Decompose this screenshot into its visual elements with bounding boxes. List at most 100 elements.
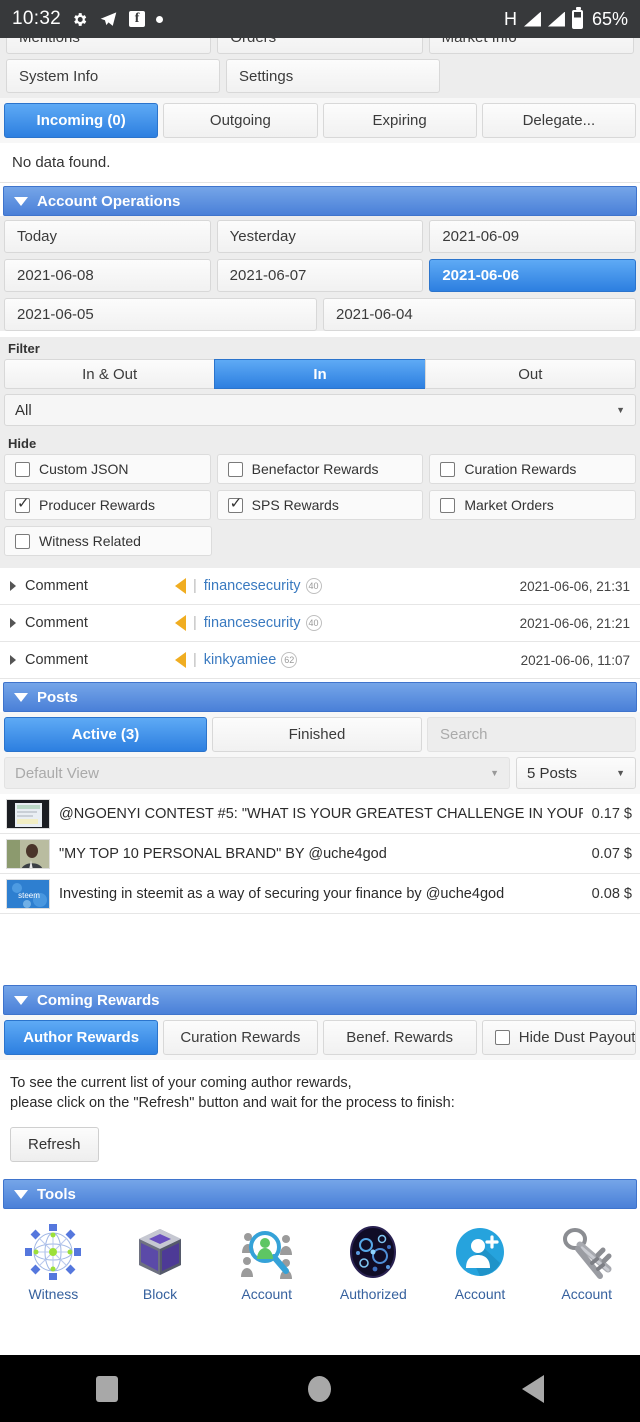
- post-title: @NGOENYI CONTEST #5: "WHAT IS YOUR GREAT…: [59, 805, 583, 822]
- date-button-yesterday[interactable]: Yesterday: [216, 220, 424, 253]
- tool-label: Authorized: [339, 1286, 407, 1302]
- list-item[interactable]: @NGOENYI CONTEST #5: "WHAT IS YOUR GREAT…: [0, 794, 640, 834]
- operation-username[interactable]: financesecurity: [204, 615, 301, 631]
- incoming-arrow-icon: [175, 652, 186, 668]
- date-row-3: 2021-06-05 2021-06-04: [4, 298, 636, 331]
- reputation-badge: 40: [305, 578, 322, 594]
- checkbox-label: Benefactor Rewards: [251, 461, 379, 477]
- date-button-2021-06-09[interactable]: 2021-06-09: [429, 220, 637, 253]
- filter-out[interactable]: Out: [424, 359, 636, 389]
- battery-icon: [571, 6, 583, 29]
- section-header-posts[interactable]: Posts: [3, 682, 637, 712]
- tab-delegate[interactable]: Delegate...: [481, 103, 636, 138]
- checkbox-benefactor-rewards[interactable]: Benefactor Rewards: [216, 454, 424, 484]
- nav-button-mentions[interactable]: Mentions: [6, 38, 212, 54]
- operation-type-value: All: [15, 401, 32, 419]
- date-button-2021-06-08[interactable]: 2021-06-08: [4, 259, 211, 292]
- checkbox-hide-dust-payouts[interactable]: Hide Dust Payouts: [481, 1020, 636, 1055]
- back-button[interactable]: [427, 1374, 640, 1403]
- date-button-2021-06-04[interactable]: 2021-06-04: [323, 298, 636, 331]
- refresh-button[interactable]: Refresh: [10, 1127, 99, 1162]
- tool-item-account-add[interactable]: Account: [427, 1223, 534, 1302]
- section-header-tools[interactable]: Tools: [3, 1179, 637, 1209]
- checkbox-sps-rewards[interactable]: SPS Rewards: [216, 490, 424, 520]
- tab-expiring[interactable]: Expiring: [322, 103, 477, 138]
- list-item[interactable]: "MY TOP 10 PERSONAL BRAND" BY @uche4god …: [0, 834, 640, 874]
- section-title-account-operations: Account Operations: [37, 192, 181, 210]
- operation-timestamp: 2021-06-06, 21:31: [519, 578, 630, 594]
- checkbox-producer-rewards[interactable]: Producer Rewards: [4, 490, 211, 520]
- table-row[interactable]: Comment | financesecurity 40 2021-06-06,…: [0, 605, 640, 642]
- status-system-icons: H 65%: [503, 6, 628, 30]
- chevron-down-icon: [14, 1189, 28, 1199]
- date-selector-grid: Today Yesterday 2021-06-09 2021-06-08 20…: [0, 216, 640, 331]
- nav-button-settings[interactable]: Settings: [226, 59, 440, 93]
- search-input[interactable]: Search: [427, 717, 636, 752]
- circle-icon: [308, 1375, 332, 1402]
- date-button-2021-06-05[interactable]: 2021-06-05: [4, 298, 317, 331]
- tab-curation-rewards[interactable]: Curation Rewards: [163, 1020, 318, 1055]
- operation-username[interactable]: kinkyamiee: [204, 652, 277, 668]
- checkbox-custom-json[interactable]: Custom JSON: [4, 454, 211, 484]
- tool-label: Account: [561, 1286, 612, 1302]
- filter-in-and-out[interactable]: In & Out: [4, 359, 216, 389]
- list-item[interactable]: steem Investing in steemit as a way of s…: [0, 874, 640, 914]
- tab-active-posts[interactable]: Active (3): [4, 717, 207, 752]
- date-button-2021-06-07[interactable]: 2021-06-07: [216, 259, 424, 292]
- chevron-down-icon: [14, 995, 28, 1005]
- date-button-today[interactable]: Today: [4, 220, 211, 253]
- post-thumbnail: steem: [6, 878, 50, 909]
- table-row[interactable]: Comment | kinkyamiee 62 2021-06-06, 11:0…: [0, 642, 640, 679]
- date-row-1: Today Yesterday 2021-06-09: [4, 220, 637, 253]
- delegations-empty-message: No data found.: [0, 143, 640, 183]
- hide-grid-spacer-2: [430, 526, 636, 556]
- posts-view-value: Default View: [15, 764, 99, 782]
- nav-button-market-info[interactable]: Market Info: [428, 38, 634, 54]
- post-thumbnail: [6, 838, 50, 869]
- tool-item-authorized[interactable]: Authorized: [320, 1223, 427, 1302]
- separator: |: [193, 652, 197, 668]
- witness-network-icon: [24, 1223, 82, 1281]
- tab-finished-posts[interactable]: Finished: [212, 717, 422, 752]
- tool-label: Block: [142, 1286, 178, 1302]
- chevron-down-icon: ▼: [616, 768, 625, 778]
- date-button-2021-06-06[interactable]: 2021-06-06: [429, 259, 637, 292]
- checkbox-label: Curation Rewards: [464, 461, 577, 477]
- coming-rewards-instructions: To see the current list of your coming a…: [0, 1060, 640, 1115]
- status-bar: 10:32 f H 65%: [0, 0, 640, 38]
- tool-item-account-keys[interactable]: Account: [533, 1223, 640, 1302]
- authorized-sphere-icon: [344, 1223, 402, 1281]
- tool-item-witness[interactable]: Witness: [0, 1223, 107, 1302]
- checkbox-label: SPS Rewards: [251, 497, 339, 513]
- operation-type-select[interactable]: All ▼: [4, 394, 636, 426]
- section-header-coming-rewards[interactable]: Coming Rewards: [3, 985, 637, 1015]
- filter-in[interactable]: In: [214, 359, 426, 389]
- status-time: 10:32: [12, 8, 62, 29]
- section-header-account-operations[interactable]: Account Operations: [3, 186, 637, 216]
- tab-benef-rewards[interactable]: Benef. Rewards: [322, 1020, 477, 1055]
- checkbox-icon: [494, 1030, 510, 1045]
- home-button[interactable]: [213, 1375, 426, 1402]
- hide-grid-spacer-1: [218, 526, 424, 556]
- nav-button-system-info[interactable]: System Info: [6, 59, 220, 93]
- svg-text:steem: steem: [18, 891, 40, 900]
- tab-author-rewards[interactable]: Author Rewards: [4, 1020, 159, 1055]
- operation-username[interactable]: financesecurity: [204, 578, 301, 594]
- tool-label: Account: [241, 1286, 292, 1302]
- checkbox-witness-related[interactable]: Witness Related: [4, 526, 212, 556]
- checkbox-curation-rewards[interactable]: Curation Rewards: [429, 454, 637, 484]
- tool-item-block[interactable]: Block: [107, 1223, 214, 1302]
- posts-count-select[interactable]: 5 Posts ▼: [516, 757, 636, 789]
- tab-incoming[interactable]: Incoming (0): [4, 103, 159, 138]
- recent-apps-button[interactable]: [0, 1375, 213, 1402]
- chevron-right-icon: [10, 581, 16, 591]
- checkbox-market-orders[interactable]: Market Orders: [429, 490, 637, 520]
- tab-outgoing[interactable]: Outgoing: [163, 103, 318, 138]
- posts-view-select[interactable]: Default View ▼: [4, 757, 510, 789]
- table-row[interactable]: Comment | financesecurity 40 2021-06-06,…: [0, 568, 640, 605]
- tool-item-account-search[interactable]: Account: [213, 1223, 320, 1302]
- gear-icon: [71, 11, 88, 28]
- instruction-line-1: To see the current list of your coming a…: [10, 1075, 352, 1091]
- nav-button-orders[interactable]: Orders: [217, 38, 423, 54]
- network-type-label: H: [503, 8, 517, 29]
